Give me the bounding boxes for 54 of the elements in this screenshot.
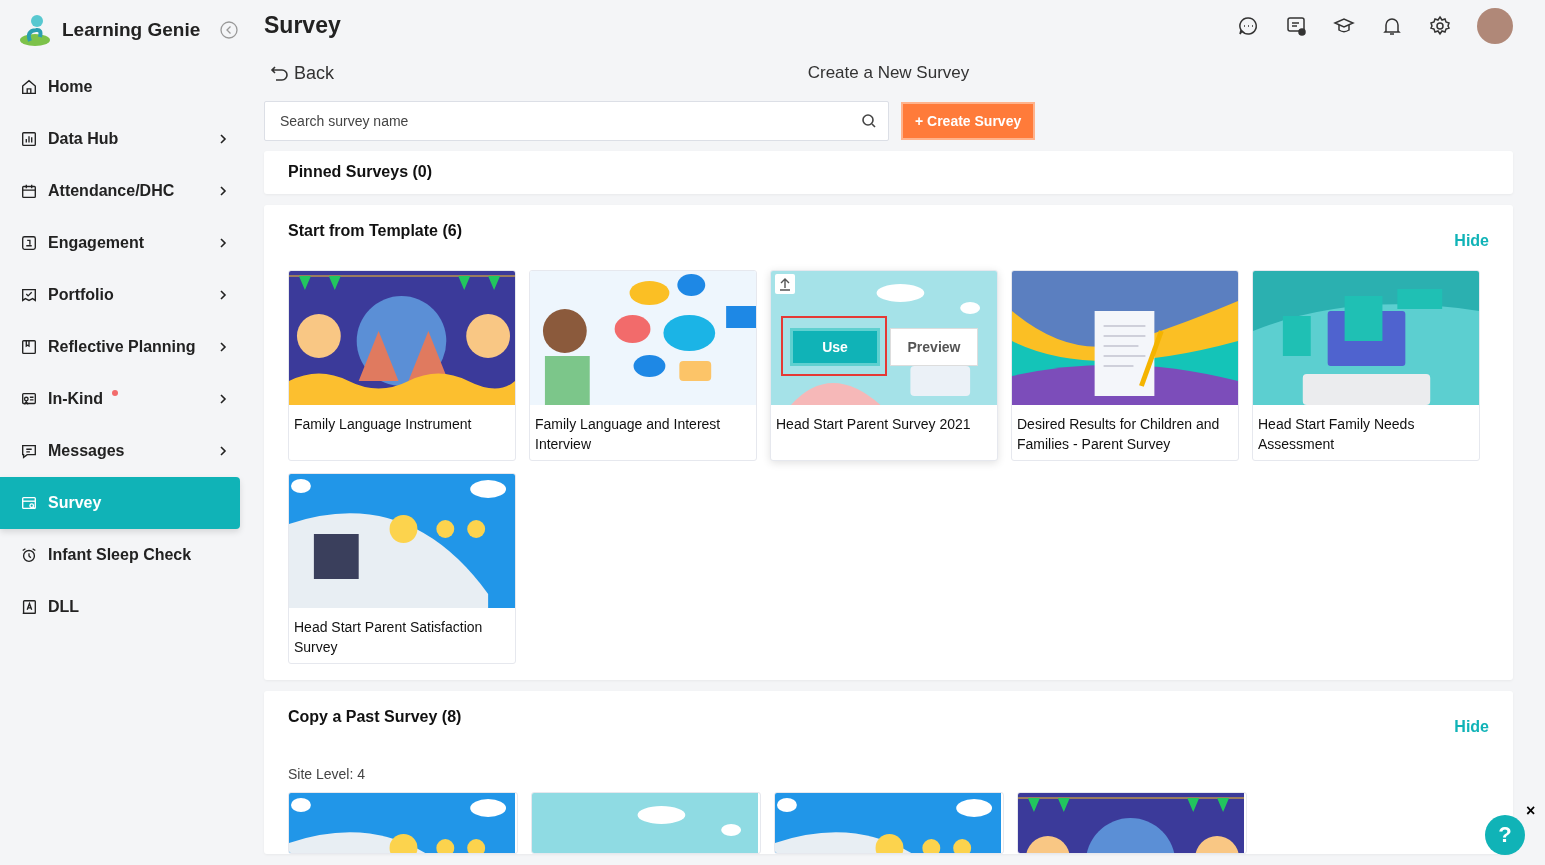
chevron-icon bbox=[218, 186, 228, 196]
template-card[interactable]: Head Start Family Needs Assessment bbox=[1252, 270, 1480, 461]
sidebar-item[interactable]: Reflective Planning bbox=[0, 321, 240, 373]
chevron-icon bbox=[218, 394, 228, 404]
calendar-icon bbox=[20, 182, 38, 200]
back-arrow-icon bbox=[270, 63, 290, 84]
chevron-icon bbox=[218, 134, 228, 144]
template-card[interactable]: Desired Results for Children and Families - Parent Survey bbox=[1011, 270, 1239, 461]
template-title: Head Start Family Needs Assessment bbox=[1257, 415, 1416, 454]
chevron-icon bbox=[218, 290, 228, 300]
panel-title: Start from Template (6) bbox=[288, 222, 462, 241]
chevron-icon bbox=[218, 238, 228, 248]
sidebar-item[interactable]: Data Hub bbox=[0, 113, 240, 165]
template-card[interactable]: Head Start Parent Satisfaction Survey bbox=[288, 473, 516, 664]
sidebar-item[interactable]: Attendance/DHC bbox=[0, 165, 240, 217]
chat-icon[interactable] bbox=[1237, 14, 1259, 37]
search-icon bbox=[861, 112, 877, 129]
template-title: Family Language and Interest Interview bbox=[534, 415, 722, 454]
template-title: Desired Results for Children and Families - Parent Survey bbox=[1016, 415, 1221, 454]
close-button[interactable]: × bbox=[1526, 802, 1536, 820]
home-icon bbox=[20, 78, 38, 96]
panel-title: Copy a Past Survey (8) bbox=[288, 708, 462, 727]
preview-button[interactable]: Preview bbox=[890, 328, 978, 366]
chevron-icon bbox=[218, 446, 228, 456]
template-title: Head Start Parent Survey 2021 bbox=[775, 415, 972, 434]
sidebar-item[interactable]: Messages bbox=[0, 425, 240, 477]
template-card[interactable]: Family Language Instrument bbox=[288, 270, 516, 461]
contact-card-icon[interactable] bbox=[1285, 14, 1307, 37]
search-field[interactable]: Search survey name bbox=[264, 100, 889, 141]
messages-icon bbox=[20, 442, 38, 460]
back-button[interactable]: Back bbox=[264, 62, 335, 84]
template-card[interactable]: Family Language and Interest Interview bbox=[529, 270, 757, 461]
template-card[interactable]: Use Preview Head Start Parent Survey 2021 bbox=[770, 270, 998, 461]
template-title: Family Language Instrument bbox=[293, 415, 473, 434]
template-title: Head Start Parent Satisfaction Survey bbox=[293, 618, 484, 657]
section-heading: Create a New Survey bbox=[807, 63, 970, 83]
sidebar-item[interactable]: Portfolio bbox=[0, 269, 240, 321]
sidebar-item[interactable]: Home bbox=[0, 61, 240, 113]
collapse-icon[interactable] bbox=[220, 21, 239, 39]
sidebar-item[interactable]: Infant Sleep Check bbox=[0, 529, 240, 581]
sidebar-item[interactable]: Engagement bbox=[0, 217, 240, 269]
chevron-icon bbox=[218, 342, 228, 352]
page-title: Survey bbox=[264, 12, 341, 40]
app-name: Learning Genie bbox=[62, 19, 201, 41]
sidebar-item[interactable]: In-Kind bbox=[0, 373, 240, 425]
upload-icon[interactable] bbox=[775, 274, 795, 294]
chart-icon bbox=[20, 130, 38, 148]
user-avatar[interactable] bbox=[1477, 7, 1513, 44]
settings-icon[interactable] bbox=[1429, 14, 1451, 37]
genie-logo-icon bbox=[18, 13, 52, 47]
panel-title: Pinned Surveys (0) bbox=[288, 163, 433, 182]
group-label: Site Level: 4 bbox=[288, 765, 367, 782]
alarm-icon bbox=[20, 546, 38, 564]
sidebar-item[interactable]: DLL bbox=[0, 581, 240, 633]
